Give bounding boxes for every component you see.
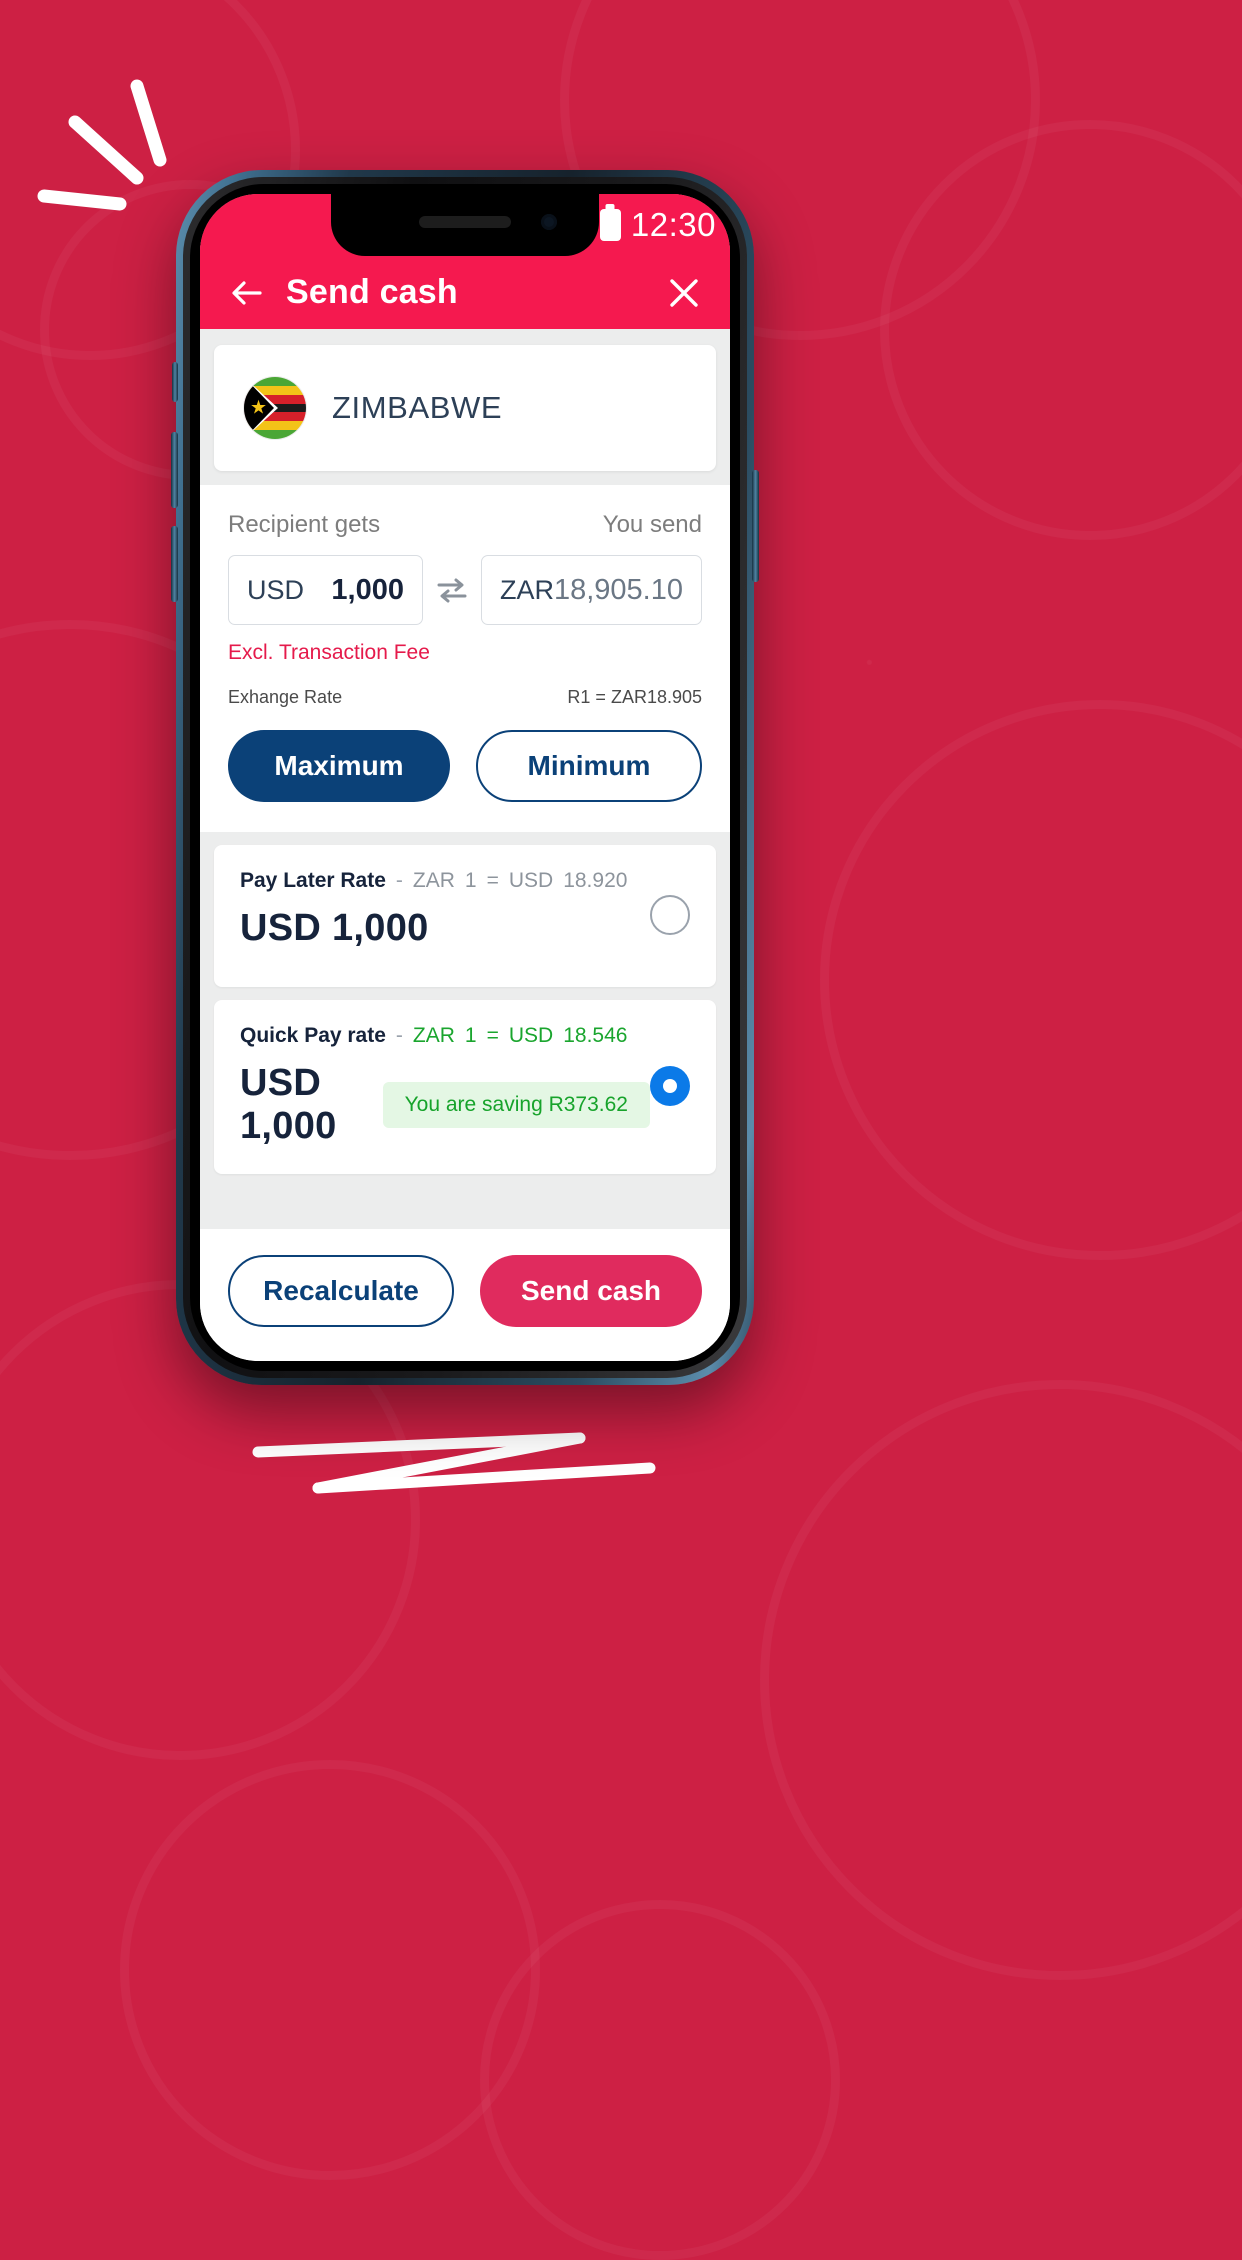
recipient-currency-code: USD <box>247 574 305 605</box>
rate-equals: = <box>486 869 499 892</box>
rate-option-name: Quick Pay rate <box>240 1024 386 1047</box>
send-currency-code: ZAR <box>499 574 554 605</box>
zimbabwe-flag-icon: ★ <box>244 377 306 439</box>
page-title: Send cash <box>286 273 458 311</box>
battery-icon <box>599 209 621 241</box>
phone-mute-switch <box>172 362 178 402</box>
rate-from-value: 1 <box>464 1024 477 1047</box>
options-empty-space <box>200 1187 730 1229</box>
rate-from-currency: ZAR <box>412 869 455 892</box>
swirl-decoration <box>820 700 1242 1260</box>
swirl-decoration <box>760 1380 1242 1980</box>
rate-option-amount: USD 1,000 <box>240 1062 337 1147</box>
rate-options-list: Pay Later Rate - ZAR 1 = USD 18.920 USD … <box>200 832 730 1187</box>
rate-to-value: 18.546 <box>563 1024 628 1047</box>
back-arrow-icon[interactable] <box>228 274 266 312</box>
send-amount-value: 18,905.10 <box>553 573 683 606</box>
close-icon[interactable] <box>666 275 702 311</box>
rate-option-separator: - <box>395 869 403 892</box>
rate-to-value: 18.920 <box>563 869 628 892</box>
phone-mockup: 12:30 Send cash ★ ZIMBABWE Recipient get… <box>171 170 759 1385</box>
exchange-rate-label: Exhange Rate <box>228 687 343 707</box>
recipient-amount-input[interactable]: USD 1,000 <box>228 555 423 625</box>
rate-to-currency: USD <box>508 869 554 892</box>
phone-screen: 12:30 Send cash ★ ZIMBABWE Recipient get… <box>200 194 730 1361</box>
minimum-button[interactable]: Minimum <box>476 730 702 802</box>
rate-option-name: Pay Later Rate <box>240 869 386 892</box>
savings-badge: You are saving R373.62 <box>382 1082 650 1128</box>
exchange-rate-value: R1 = ZAR18.905 <box>567 687 702 707</box>
status-bar-time: 12:30 <box>630 206 716 243</box>
recipient-amount-value: 1,000 <box>331 573 404 606</box>
earpiece-speaker <box>419 216 511 228</box>
send-cash-button[interactable]: Send cash <box>480 1255 702 1327</box>
phone-power-button <box>752 470 759 582</box>
rate-option-radio[interactable] <box>650 895 690 935</box>
country-name: ZIMBABWE <box>332 390 503 425</box>
swap-arrows-icon[interactable] <box>435 573 469 607</box>
transaction-fee-note: Excl. Transaction Fee <box>228 641 430 664</box>
rate-option-amount: USD 1,000 <box>240 907 429 949</box>
rate-option-separator: - <box>395 1024 403 1047</box>
recipient-gets-label: Recipient gets <box>228 511 381 538</box>
front-camera-icon <box>541 214 557 230</box>
send-amount-input[interactable]: ZAR 18,905.10 <box>480 555 702 625</box>
rate-option-card[interactable]: Quick Pay rate - ZAR 1 = USD 18.546 USD … <box>214 1000 716 1174</box>
swirl-decoration <box>480 1900 840 2260</box>
bottom-action-bar: Recalculate Send cash <box>200 1229 730 1361</box>
maximum-button[interactable]: Maximum <box>228 730 450 802</box>
phone-volume-up-button <box>171 432 178 508</box>
recalculate-button[interactable]: Recalculate <box>228 1255 454 1327</box>
rate-option-radio[interactable] <box>650 1066 690 1106</box>
status-bar-right: 12:30 <box>599 206 716 244</box>
rate-to-currency: USD <box>508 1024 554 1047</box>
swirl-decoration <box>120 1760 540 2180</box>
phone-volume-down-button <box>171 526 178 602</box>
rate-option-card[interactable]: Pay Later Rate - ZAR 1 = USD 18.920 USD … <box>214 845 716 987</box>
rate-from-currency: ZAR <box>412 1024 455 1047</box>
rate-equals: = <box>486 1024 499 1047</box>
rate-from-value: 1 <box>464 869 477 892</box>
you-send-label: You send <box>602 511 702 538</box>
phone-notch <box>331 194 599 256</box>
country-selector-card[interactable]: ★ ZIMBABWE <box>214 345 716 471</box>
currency-converter-panel: Recipient gets You send USD 1,000 ZAR 18… <box>200 485 730 832</box>
